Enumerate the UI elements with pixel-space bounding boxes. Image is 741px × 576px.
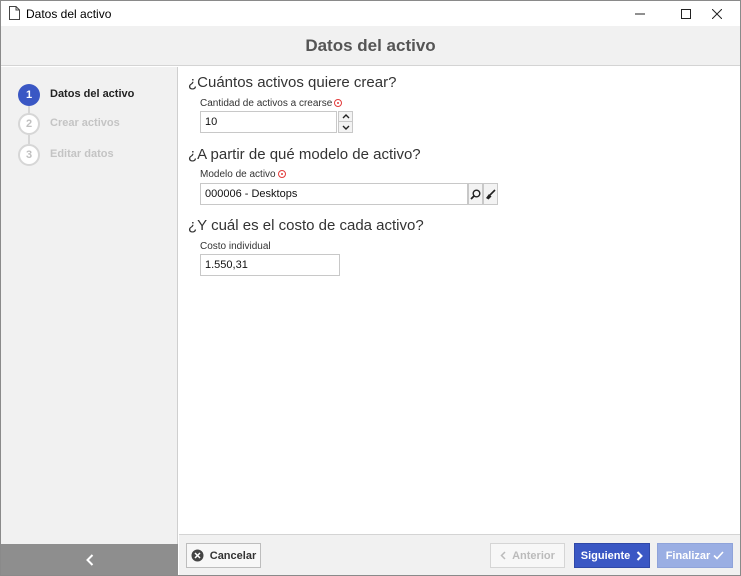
step-number-badge: 2 xyxy=(18,113,40,135)
previous-button[interactable]: Anterior xyxy=(490,543,565,568)
step-label: Editar datos xyxy=(50,148,114,160)
minimize-button[interactable] xyxy=(617,1,663,26)
chevron-left-icon xyxy=(85,554,93,566)
model-label: Modelo de activo xyxy=(200,169,286,180)
cost-label: Costo individual xyxy=(200,241,271,252)
page-title: Datos del activo xyxy=(305,36,436,55)
step-datos-del-activo[interactable]: 1 Datos del activo xyxy=(18,84,173,106)
step-crear-activos[interactable]: 2 Crear activos xyxy=(18,113,173,135)
next-label: Siguiente xyxy=(580,549,631,562)
increment-button[interactable] xyxy=(339,112,352,122)
chevron-up-icon xyxy=(342,114,349,119)
chevron-left-icon xyxy=(500,551,506,560)
search-model-button[interactable] xyxy=(468,183,483,205)
finish-button[interactable]: Finalizar xyxy=(657,543,733,568)
close-button[interactable] xyxy=(694,1,740,26)
step-number-badge: 1 xyxy=(18,84,40,106)
finish-label: Finalizar xyxy=(665,549,711,562)
step-label: Crear activos xyxy=(50,117,120,129)
clear-model-button[interactable] xyxy=(483,183,498,205)
maximize-icon xyxy=(681,8,691,19)
cost-input[interactable] xyxy=(200,254,340,276)
main-form: ¿Cuántos activos quiere crear? Cantidad … xyxy=(179,67,740,543)
step-connector xyxy=(28,135,30,144)
chevron-right-icon xyxy=(637,550,644,561)
step-editar-datos[interactable]: 3 Editar datos xyxy=(18,144,173,166)
title-bar: Datos del activo xyxy=(1,1,740,26)
search-icon xyxy=(470,189,481,200)
quantity-question: ¿Cuántos activos quiere crear? xyxy=(188,74,397,91)
cancel-icon xyxy=(191,549,204,562)
decrement-button[interactable] xyxy=(339,122,352,132)
quantity-label-text: Cantidad de activos a crearse xyxy=(200,98,333,109)
asset-wizard-window: Datos del activo Datos del activo 1 Dato… xyxy=(0,0,741,576)
document-icon xyxy=(9,6,20,20)
wizard-footer: Cancelar Anterior Siguiente Finalizar xyxy=(179,534,740,575)
step-label: Datos del activo xyxy=(50,88,135,100)
model-question: ¿A partir de qué modelo de activo? xyxy=(188,146,421,163)
required-icon xyxy=(277,170,286,178)
model-label-text: Modelo de activo xyxy=(200,169,276,180)
previous-label: Anterior xyxy=(512,549,555,562)
chevron-down-icon xyxy=(342,125,349,130)
quantity-input[interactable] xyxy=(200,111,337,133)
cancel-button[interactable]: Cancelar xyxy=(186,543,261,568)
check-icon xyxy=(713,551,724,560)
wizard-header: Datos del activo xyxy=(1,26,740,66)
next-button[interactable]: Siguiente xyxy=(574,543,650,568)
window-title: Datos del activo xyxy=(26,7,112,21)
model-input[interactable] xyxy=(200,183,468,205)
collapse-sidebar-button[interactable] xyxy=(1,544,178,575)
close-icon xyxy=(712,8,722,19)
cost-question: ¿Y cuál es el costo de cada activo? xyxy=(188,217,424,234)
eraser-icon xyxy=(486,188,496,199)
quantity-stepper xyxy=(338,111,353,133)
required-icon xyxy=(334,99,343,107)
cancel-label: Cancelar xyxy=(209,549,257,562)
step-number-badge: 3 xyxy=(18,144,40,166)
minimize-icon xyxy=(635,13,645,14)
quantity-label: Cantidad de activos a crearse xyxy=(200,98,343,109)
wizard-steps-sidebar: 1 Datos del activo 2 Crear activos 3 Edi… xyxy=(1,67,178,575)
